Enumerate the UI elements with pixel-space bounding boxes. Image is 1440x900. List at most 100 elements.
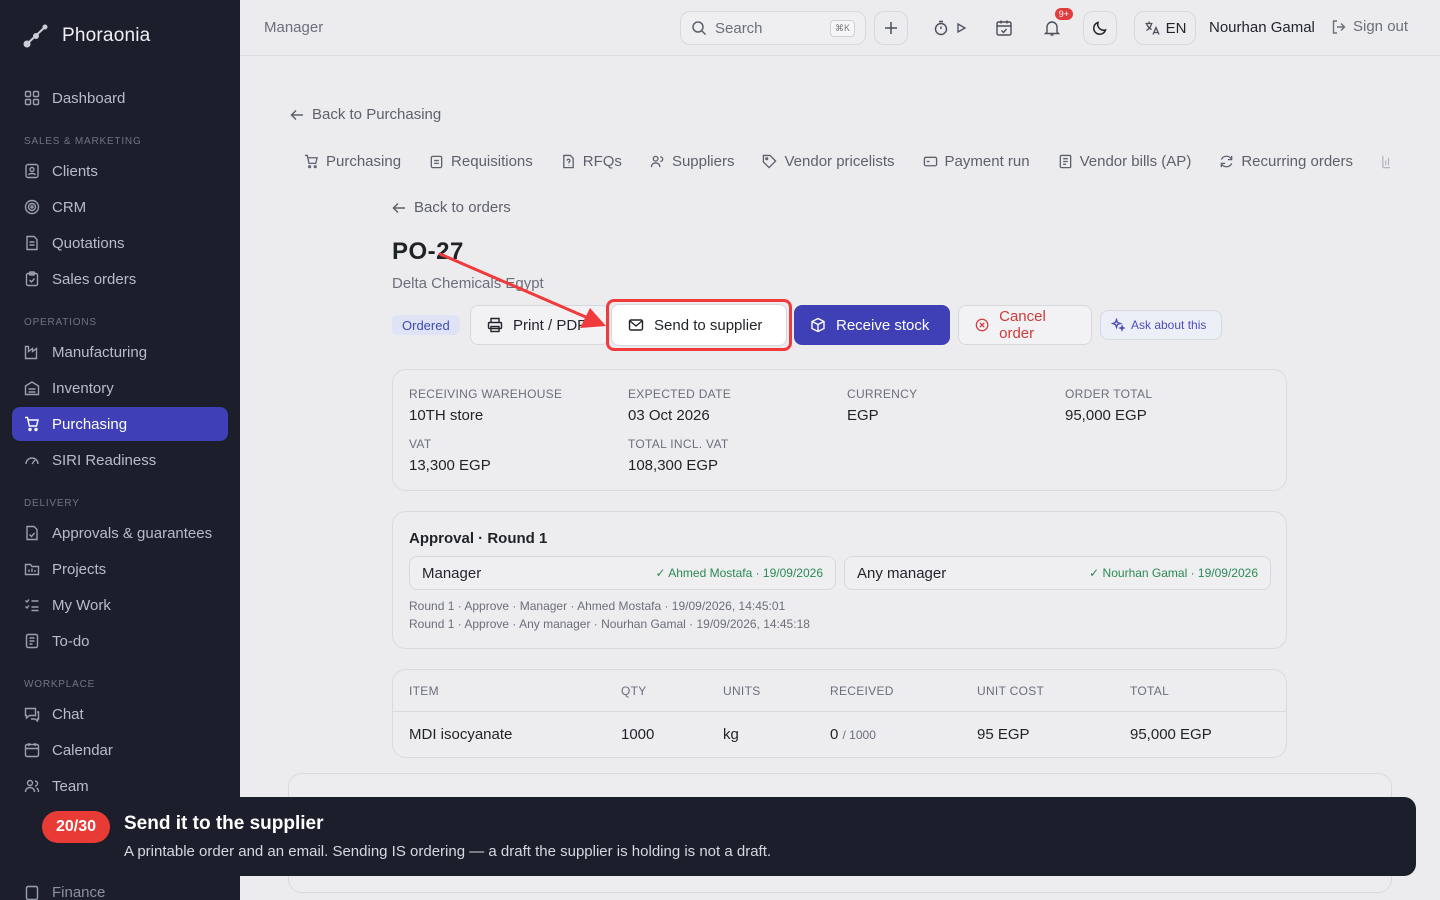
section-delivery: DELIVERY bbox=[24, 498, 80, 509]
notifications-button[interactable]: 9+ bbox=[1035, 8, 1073, 45]
cell-units: kg bbox=[723, 726, 739, 743]
tab-requisitions[interactable]: Requisitions bbox=[415, 140, 547, 182]
receive-stock-button[interactable]: Receive stock bbox=[794, 305, 950, 345]
search-shortcut: ⌘K bbox=[829, 19, 855, 37]
team-icon bbox=[24, 779, 40, 793]
sidebar-item-dashboard[interactable]: Dashboard bbox=[12, 81, 228, 115]
sidebar-item-label: Inventory bbox=[52, 379, 114, 397]
sidebar-item-chat[interactable]: Chat bbox=[12, 697, 228, 731]
gauge-icon bbox=[25, 457, 39, 465]
section-sales: SALES & MARKETING bbox=[24, 136, 142, 147]
tab-purchasing[interactable]: Purchasing bbox=[290, 140, 415, 182]
tab-suppliers[interactable]: Suppliers bbox=[636, 140, 749, 182]
user-name[interactable]: Nourhan Gamal bbox=[1209, 19, 1315, 36]
tab-label: Requisitions bbox=[451, 152, 533, 170]
sidebar-item-label: SIRI Readiness bbox=[52, 451, 157, 469]
module-tabs: Purchasing Requisitions RFQs Suppliers V… bbox=[290, 140, 1390, 182]
sidebar-item-todo[interactable]: To-do bbox=[12, 624, 228, 658]
approval-card: Approval · Round 1 Manager ✓ Ahmed Mosta… bbox=[392, 511, 1287, 649]
sign-out-button[interactable]: Sign out bbox=[1331, 18, 1408, 35]
tab-label: RFQs bbox=[582, 152, 622, 170]
tab-rfqs[interactable]: RFQs bbox=[547, 140, 636, 182]
topbar: Manager Search ⌘K 9+ EN Nourhan Gamal Si… bbox=[240, 0, 1440, 56]
warehouse-label: RECEIVING WAREHOUSE bbox=[409, 387, 563, 401]
calendar-check-icon bbox=[996, 20, 1012, 36]
x-circle-icon bbox=[975, 318, 989, 332]
translate-icon bbox=[1145, 21, 1160, 35]
cell-unit-cost: 95 EGP bbox=[977, 726, 1030, 743]
notification-badge: 9+ bbox=[1054, 8, 1073, 20]
search-input[interactable]: Search ⌘K bbox=[680, 11, 866, 45]
cell-received: 0 / 1000 bbox=[830, 726, 876, 743]
add-button[interactable] bbox=[874, 11, 908, 45]
cell-item: MDI isocyanate bbox=[409, 726, 513, 743]
sidebar-item-purchasing[interactable]: Purchasing bbox=[12, 407, 228, 441]
tour-step-counter: 20/30 bbox=[42, 811, 110, 843]
cell-total: 95,000 EGP bbox=[1130, 726, 1212, 743]
back-to-purchasing-link[interactable]: Back to Purchasing bbox=[290, 106, 441, 123]
cart-icon bbox=[304, 154, 318, 168]
table-divider bbox=[393, 711, 1286, 712]
cancel-order-button[interactable]: Cancel order bbox=[958, 305, 1092, 345]
sidebar-item-approvals[interactable]: Approvals & guarantees bbox=[12, 516, 228, 550]
sidebar-item-manufacturing[interactable]: Manufacturing bbox=[12, 335, 228, 369]
checklist-icon bbox=[25, 599, 39, 612]
ask-about-this-button[interactable]: Ask about this bbox=[1100, 310, 1222, 340]
sidebar-item-calendar[interactable]: Calendar bbox=[12, 733, 228, 767]
sidebar-item-my-work[interactable]: My Work bbox=[12, 588, 228, 622]
tab-more[interactable] bbox=[1367, 140, 1390, 182]
card-icon bbox=[923, 156, 937, 166]
sidebar-item-label: Quotations bbox=[52, 234, 125, 252]
plus-icon bbox=[885, 22, 897, 34]
approval-status: ✓ Ahmed Mostafa · 19/09/2026 bbox=[655, 566, 824, 580]
currency-value: EGP bbox=[847, 407, 879, 424]
sidebar-item-label: To-do bbox=[52, 632, 90, 650]
back-to-orders-link[interactable]: Back to orders bbox=[392, 199, 511, 216]
tab-label: Purchasing bbox=[326, 152, 402, 170]
sidebar-item-sales-orders[interactable]: Sales orders bbox=[12, 262, 228, 296]
chat-icon bbox=[24, 707, 40, 722]
timer-icon bbox=[934, 20, 948, 36]
sidebar-item-crm[interactable]: CRM bbox=[12, 190, 228, 224]
approval-role: Any manager bbox=[857, 564, 947, 582]
tab-vendor-pricelists[interactable]: Vendor pricelists bbox=[748, 140, 908, 182]
total-incl-vat-label: TOTAL INCL. VAT bbox=[628, 437, 729, 451]
sidebar-item-inventory[interactable]: Inventory bbox=[12, 371, 228, 405]
sidebar-item-finance[interactable]: Finance bbox=[24, 884, 105, 900]
back-link-label: Back to orders bbox=[414, 199, 511, 216]
sidebar-item-siri[interactable]: SIRI Readiness bbox=[12, 443, 228, 477]
calendar-check-button[interactable] bbox=[987, 11, 1021, 45]
order-total-value: 95,000 EGP bbox=[1065, 407, 1147, 424]
logout-icon bbox=[1332, 19, 1346, 34]
bar-chart-icon bbox=[1382, 155, 1390, 168]
calendar-icon bbox=[24, 743, 40, 758]
tab-recurring-orders[interactable]: Recurring orders bbox=[1205, 140, 1367, 182]
file-question-icon bbox=[562, 154, 574, 168]
expected-date-label: EXPECTED DATE bbox=[628, 387, 732, 401]
vat-label: VAT bbox=[409, 437, 432, 451]
sidebar-item-label: Finance bbox=[52, 884, 106, 900]
folder-icon bbox=[24, 563, 40, 576]
arrow-left-icon bbox=[290, 109, 303, 120]
sidebar-item-projects[interactable]: Projects bbox=[12, 552, 228, 586]
sidebar-item-label: Team bbox=[52, 777, 89, 795]
timer-button[interactable] bbox=[926, 11, 974, 45]
search-placeholder: Search bbox=[715, 19, 763, 37]
section-workplace: WORKPLACE bbox=[24, 679, 96, 690]
language-switcher[interactable]: EN bbox=[1134, 11, 1196, 45]
sidebar-item-quotations[interactable]: Quotations bbox=[12, 226, 228, 260]
sidebar-item-clients[interactable]: Clients bbox=[12, 154, 228, 188]
tab-payment-run[interactable]: Payment run bbox=[909, 140, 1044, 182]
cart-icon bbox=[25, 416, 39, 432]
receipt-icon bbox=[25, 885, 39, 900]
order-summary-card: RECEIVING WAREHOUSE 10TH store EXPECTED … bbox=[392, 369, 1287, 491]
clipboard-icon bbox=[25, 271, 39, 287]
approval-role: Manager bbox=[422, 564, 482, 582]
brand[interactable]: Phoraonia bbox=[22, 22, 150, 50]
theme-toggle[interactable] bbox=[1083, 11, 1117, 45]
tab-vendor-bills[interactable]: Vendor bills (AP) bbox=[1044, 140, 1206, 182]
file-check-icon bbox=[26, 525, 38, 541]
approval-status: ✓ Nourhan Gamal · 19/09/2026 bbox=[1089, 566, 1258, 580]
sidebar-item-label: Clients bbox=[52, 162, 98, 180]
tab-label: Recurring orders bbox=[1241, 152, 1354, 170]
